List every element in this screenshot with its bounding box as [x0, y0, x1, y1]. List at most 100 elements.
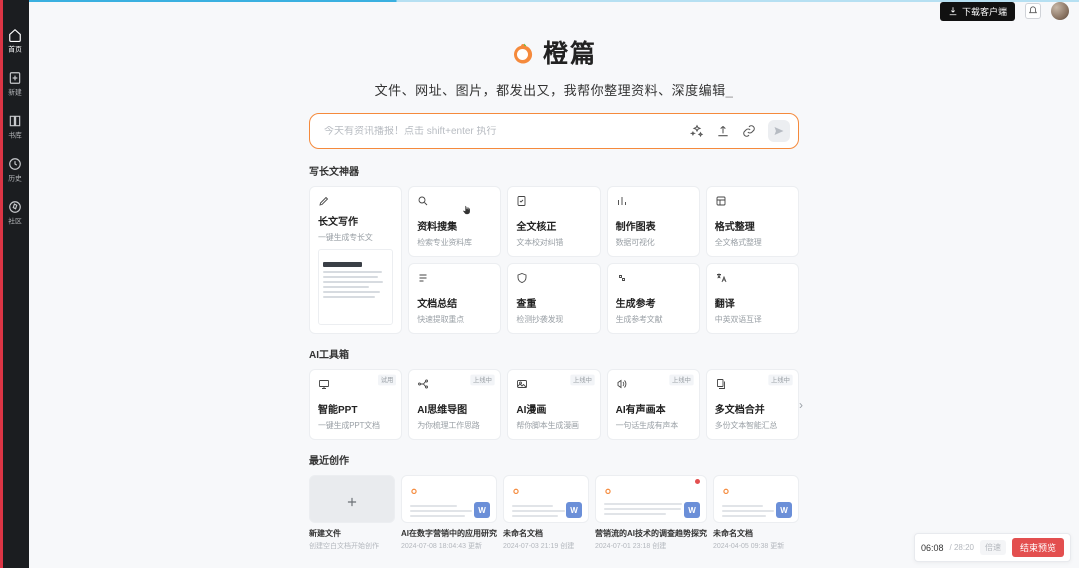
recent-title: 未命名文档 [503, 528, 589, 539]
recent-tile[interactable]: W [595, 475, 707, 523]
card-sub: 一键生成PPT文档 [318, 420, 393, 431]
logo: 橙篇 [511, 34, 597, 70]
home-icon [8, 28, 22, 42]
send-icon [773, 125, 785, 137]
logo-mini-icon [512, 487, 520, 495]
preview-footer: 06:08 / 28:20 倍速 结束预览 [914, 533, 1071, 562]
bar-chart-icon [616, 195, 628, 207]
card-plagiarism[interactable]: 查重 检测抄袭发现 [507, 263, 600, 334]
recent-item: W 营销流的AI技术的调查趋势探究 2024-07-01 23:18 创建 [595, 475, 707, 551]
card-title: 文档总结 [417, 295, 492, 310]
recent-tile[interactable]: W [713, 475, 799, 523]
recent-tile[interactable]: W [401, 475, 497, 523]
upload-icon[interactable] [716, 124, 730, 138]
recent-title: AI在数字营销中的应用研究 [401, 528, 497, 539]
image-icon [516, 378, 528, 390]
badge: 试用 [378, 375, 396, 386]
content-column: 写长文神器 长文写作 一键生成专长文 资料搜集 检索专业资 [309, 163, 799, 551]
sidebar-label: 新建 [8, 88, 22, 97]
more-arrow-icon[interactable]: › [799, 398, 803, 412]
card-sub: 中英双语互译 [715, 314, 790, 325]
pencil-icon [318, 195, 330, 207]
aitool-cards: 试用 智能PPT 一键生成PPT文档 上线中 AI思维导图 为你梳理工作思路 上… [309, 369, 799, 440]
shield-icon [516, 272, 528, 284]
sidebar-label: 书库 [8, 131, 22, 140]
sidebar-label: 历史 [8, 174, 22, 183]
layout-icon [715, 195, 727, 207]
card-title: AI思维导图 [417, 401, 492, 416]
card-research[interactable]: 资料搜集 检索专业资料库 [408, 186, 501, 257]
card-audiobook[interactable]: 上线中 AI有声画本 一句话生成有声本 [607, 369, 700, 440]
card-title: 智能PPT [318, 401, 393, 416]
new-file-tile[interactable] [309, 475, 395, 523]
sidebar-item-home[interactable]: 首页 [0, 28, 29, 55]
card-sub: 文本校对纠错 [516, 237, 591, 248]
speed-pill[interactable]: 倍速 [980, 540, 1006, 555]
end-preview-button[interactable]: 结束预览 [1012, 538, 1064, 557]
card-reference[interactable]: 生成参考 生成参考文献 [607, 263, 700, 334]
card-title: AI有声画本 [616, 401, 691, 416]
card-sub: 为你梳理工作思路 [417, 420, 492, 431]
send-button[interactable] [768, 120, 790, 142]
word-badge-icon: W [474, 502, 490, 518]
card-mindmap[interactable]: 上线中 AI思维导图 为你梳理工作思路 [408, 369, 501, 440]
play-duration: / 28:20 [950, 543, 974, 552]
card-sub: 数据可视化 [616, 237, 691, 248]
card-sub: 快速提取重点 [417, 314, 492, 325]
audio-icon [616, 378, 628, 390]
recent-item: W 未命名文档 2024-07-03 21:19 创建 [503, 475, 589, 551]
card-longwrite[interactable]: 长文写作 一键生成专长文 [309, 186, 402, 334]
translate-icon [715, 272, 727, 284]
badge: 上线中 [471, 375, 495, 386]
word-badge-icon: W [684, 502, 700, 518]
card-sub: 生成参考文献 [616, 314, 691, 325]
recent-time: 2024-07-08 18:04:43 更新 [401, 541, 497, 551]
search-actions [690, 120, 790, 142]
hero: 橙篇 文件、网址、图片，都发出又，我帮你整理资料、深度编辑_ [29, 30, 1079, 149]
card-title: AI漫画 [516, 401, 591, 416]
sidebar-item-community[interactable]: 社区 [0, 200, 29, 227]
word-badge-icon: W [776, 502, 792, 518]
card-chart[interactable]: 制作图表 数据可视化 [607, 186, 700, 257]
sidebar: 首页 新建 书库 历史 社区 [0, 0, 29, 568]
card-sub: 多份文本智能汇总 [715, 420, 790, 431]
magic-icon[interactable] [690, 124, 704, 138]
logo-icon [511, 40, 535, 64]
section-title-longwrite: 写长文神器 [309, 163, 799, 178]
slides-icon [318, 378, 330, 390]
plus-icon [345, 495, 359, 509]
card-ppt[interactable]: 试用 智能PPT 一键生成PPT文档 [309, 369, 402, 440]
card-proofread[interactable]: 全文核正 文本校对纠错 [507, 186, 600, 257]
card-summary[interactable]: 文档总结 快速提取重点 [408, 263, 501, 334]
card-comic[interactable]: 上线中 AI漫画 帮你脚本生成漫画 [507, 369, 600, 440]
list-icon [417, 272, 429, 284]
sidebar-item-library[interactable]: 书库 [0, 114, 29, 141]
recent-tile[interactable]: W [503, 475, 589, 523]
tagline: 文件、网址、图片，都发出又，我帮你整理资料、深度编辑_ [375, 80, 734, 99]
card-sub: 检索专业资料库 [417, 237, 492, 248]
recent-title: 新建文件 [309, 528, 395, 539]
search-input[interactable] [324, 126, 690, 137]
logo-mini-icon [722, 487, 730, 495]
search-box [309, 113, 799, 149]
card-translate[interactable]: 翻译 中英双语互译 [706, 263, 799, 334]
link-icon[interactable] [742, 124, 756, 138]
card-merge[interactable]: 上线中 多文档合并 多份文本智能汇总 [706, 369, 799, 440]
sidebar-item-new[interactable]: 新建 [0, 71, 29, 98]
main: 橙篇 文件、网址、图片，都发出又，我帮你整理资料、深度编辑_ 写长文神器 长文写… [29, 0, 1079, 568]
section-title-recent: 最近创作 [309, 452, 799, 467]
recent-time: 创建空白文档开始创作 [309, 541, 395, 551]
badge: 上线中 [669, 375, 693, 386]
unread-dot-icon [695, 479, 700, 484]
book-icon [8, 114, 22, 128]
sidebar-item-history[interactable]: 历史 [0, 157, 29, 184]
card-title: 翻译 [715, 295, 790, 310]
quote-icon [616, 272, 628, 284]
card-format[interactable]: 格式整理 全文格式整理 [706, 186, 799, 257]
compass-icon [8, 200, 22, 214]
check-doc-icon [516, 195, 528, 207]
recent-time: 2024-07-01 23:18 创建 [595, 541, 707, 551]
recent-item: W AI在数字营销中的应用研究 2024-07-08 18:04:43 更新 [401, 475, 497, 551]
clock-icon [8, 157, 22, 171]
card-sub: 检测抄袭发现 [516, 314, 591, 325]
